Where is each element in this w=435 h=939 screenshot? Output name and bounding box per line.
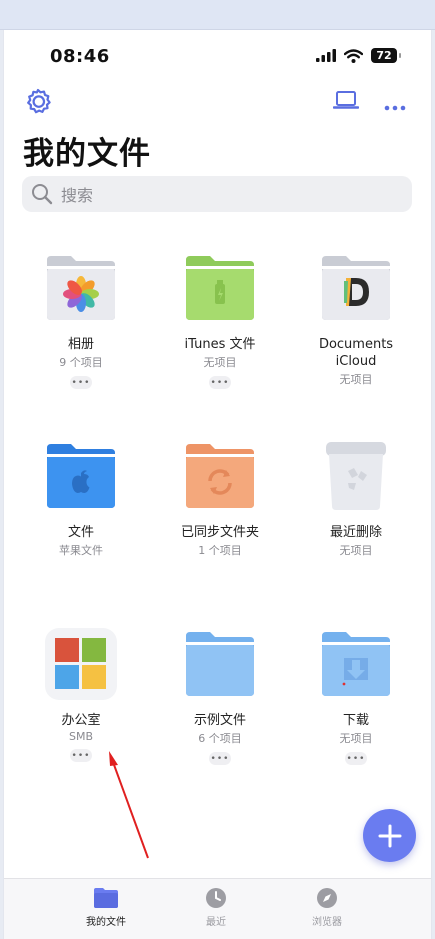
grid-item-itunes[interactable]: iTunes 文件 无项目 ••• [152,250,288,389]
compass-icon [317,888,337,908]
item-more-button[interactable]: ••• [209,752,231,765]
add-button[interactable] [363,809,416,862]
grid-item-photos[interactable]: 相册 9 个项目 ••• [13,250,149,389]
item-sublabel: SMB [68,730,94,743]
tab-bar: 我的文件 最近 浏览器 [4,878,431,939]
status-icons: 72 [316,48,401,63]
tab-recent[interactable]: 最近 [176,887,256,928]
device-button[interactable] [332,90,360,114]
more-dots-icon [384,105,406,111]
item-more-button[interactable]: ••• [345,752,367,765]
grid-item-recently-deleted[interactable]: 最近删除 无项目 [288,438,424,558]
battery-indicator: 72 [371,48,401,63]
item-more-button[interactable]: ••• [70,376,92,389]
wifi-icon [344,48,363,63]
item-label: iTunes 文件 [184,337,256,352]
tab-label: 最近 [206,917,226,928]
item-more-button[interactable]: ••• [70,749,92,762]
clock-icon [206,888,226,908]
status-bar: 08:46 72 [4,30,431,84]
more-menu-button[interactable] [384,96,406,115]
grid-item-files[interactable]: 文件 苹果文件 [13,438,149,558]
grid-item-office-smb[interactable]: 办公室 SMB ••• [13,626,149,762]
grid-item-documents-icloud[interactable]: Documents iCloud 无项目 [288,250,424,387]
smb-windows-icon [43,626,119,702]
item-sublabel: 1 个项目 [198,544,242,557]
browser-top-bar [0,0,435,30]
signal-icon [316,49,336,62]
apple-files-folder-icon [43,438,119,514]
download-folder-icon [318,626,394,702]
grid-item-synced-folder[interactable]: 已同步文件夹 1 个项目 [152,438,288,558]
sync-folder-icon [182,438,258,514]
item-more-button[interactable]: ••• [209,376,231,389]
itunes-folder-icon [182,250,258,326]
item-label: 最近删除 [329,525,382,540]
item-sublabel: 9 个项目 [59,356,103,369]
item-sublabel: 无项目 [203,356,237,369]
search-icon [32,184,53,205]
search-placeholder: 搜索 [61,186,94,205]
item-label: 文件 [67,525,94,540]
item-label: 下载 [342,713,369,728]
laptop-icon [332,91,360,109]
item-sublabel: 苹果文件 [59,544,103,557]
phone-screen: 08:46 72 我的文件 搜索 相册 9 个项目 ••• iTunes 文件 … [3,30,432,939]
grid-item-sample-files[interactable]: 示例文件 6 个项目 ••• [152,626,288,765]
item-label: Documents iCloud [318,337,394,369]
trash-icon [318,438,394,514]
tab-browser[interactable]: 浏览器 [287,887,367,928]
status-time: 08:46 [50,46,110,67]
item-sublabel: 无项目 [339,544,373,557]
page-title: 我的文件 [23,136,151,172]
item-label: 示例文件 [193,713,246,728]
photos-folder-icon [43,250,119,326]
item-sublabel: 6 个项目 [198,732,242,745]
item-label: 已同步文件夹 [180,525,259,540]
settings-button[interactable] [25,88,51,118]
folder-icon [94,888,118,908]
sample-folder-icon [182,626,258,702]
documents-icloud-folder-icon [318,250,394,326]
tab-my-files[interactable]: 我的文件 [66,887,146,928]
gear-icon [27,88,51,114]
item-sublabel: 无项目 [339,373,373,386]
item-sublabel: 无项目 [339,732,373,745]
item-label: 办公室 [61,713,101,728]
tab-label: 我的文件 [86,917,126,928]
item-label: 相册 [67,337,94,352]
plus-icon [378,824,401,847]
tab-label: 浏览器 [312,917,342,928]
grid-item-downloads[interactable]: 下载 无项目 ••• [288,626,424,765]
search-bar[interactable]: 搜索 [22,176,412,212]
